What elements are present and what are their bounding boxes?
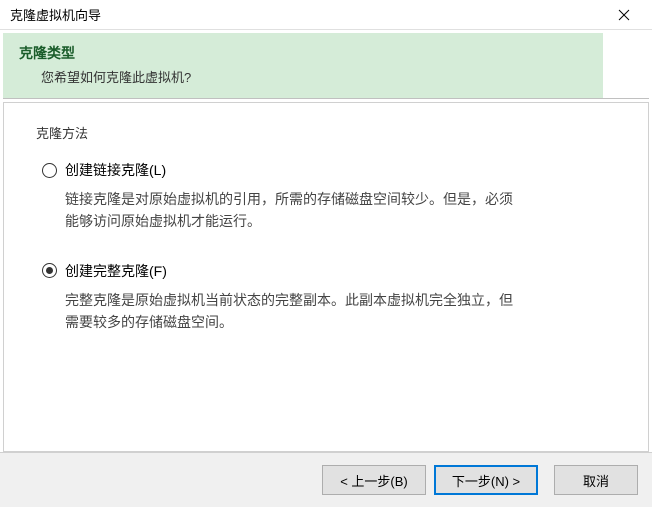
radio-full-icon xyxy=(42,263,57,278)
next-button[interactable]: 下一步(N) > xyxy=(434,465,538,495)
cancel-button[interactable]: 取消 xyxy=(554,465,638,495)
header-title: 克隆类型 xyxy=(19,43,633,63)
radio-linked-description: 链接克隆是对原始虚拟机的引用，所需的存储磁盘空间较少。但是，必须能够访问原始虚拟… xyxy=(42,188,522,233)
radio-full-row[interactable]: 创建完整克隆(F) xyxy=(42,261,616,281)
section-label: 克隆方法 xyxy=(36,123,616,142)
radio-linked-row[interactable]: 创建链接克隆(L) xyxy=(42,160,616,180)
header-image-block xyxy=(603,33,649,98)
header-banner: 克隆类型 您希望如何克隆此虚拟机? xyxy=(3,33,649,99)
radio-full-label: 创建完整克隆(F) xyxy=(65,261,167,281)
radio-linked-label: 创建链接克隆(L) xyxy=(65,160,166,180)
radio-linked-icon xyxy=(42,163,57,178)
back-button[interactable]: < 上一步(B) xyxy=(322,465,426,495)
option-full-clone: 创建完整克隆(F) 完整克隆是原始虚拟机当前状态的完整副本。此副本虚拟机完全独立… xyxy=(42,261,616,334)
footer: < 上一步(B) 下一步(N) > 取消 xyxy=(0,452,652,507)
radio-full-description: 完整克隆是原始虚拟机当前状态的完整副本。此副本虚拟机完全独立，但需要较多的存储磁… xyxy=(42,289,522,334)
option-linked-clone: 创建链接克隆(L) 链接克隆是对原始虚拟机的引用，所需的存储磁盘空间较少。但是，… xyxy=(42,160,616,233)
close-button[interactable] xyxy=(604,1,644,29)
window-title: 克隆虚拟机向导 xyxy=(10,5,604,24)
header-subtitle: 您希望如何克隆此虚拟机? xyxy=(19,67,633,86)
close-icon xyxy=(618,9,630,21)
wizard-window: 克隆虚拟机向导 克隆类型 您希望如何克隆此虚拟机? 克隆方法 创建链接克隆(L)… xyxy=(0,0,652,507)
titlebar: 克隆虚拟机向导 xyxy=(0,0,652,30)
content-area: 克隆方法 创建链接克隆(L) 链接克隆是对原始虚拟机的引用，所需的存储磁盘空间较… xyxy=(3,102,649,452)
clone-method-group: 创建链接克隆(L) 链接克隆是对原始虚拟机的引用，所需的存储磁盘空间较少。但是，… xyxy=(36,160,616,334)
